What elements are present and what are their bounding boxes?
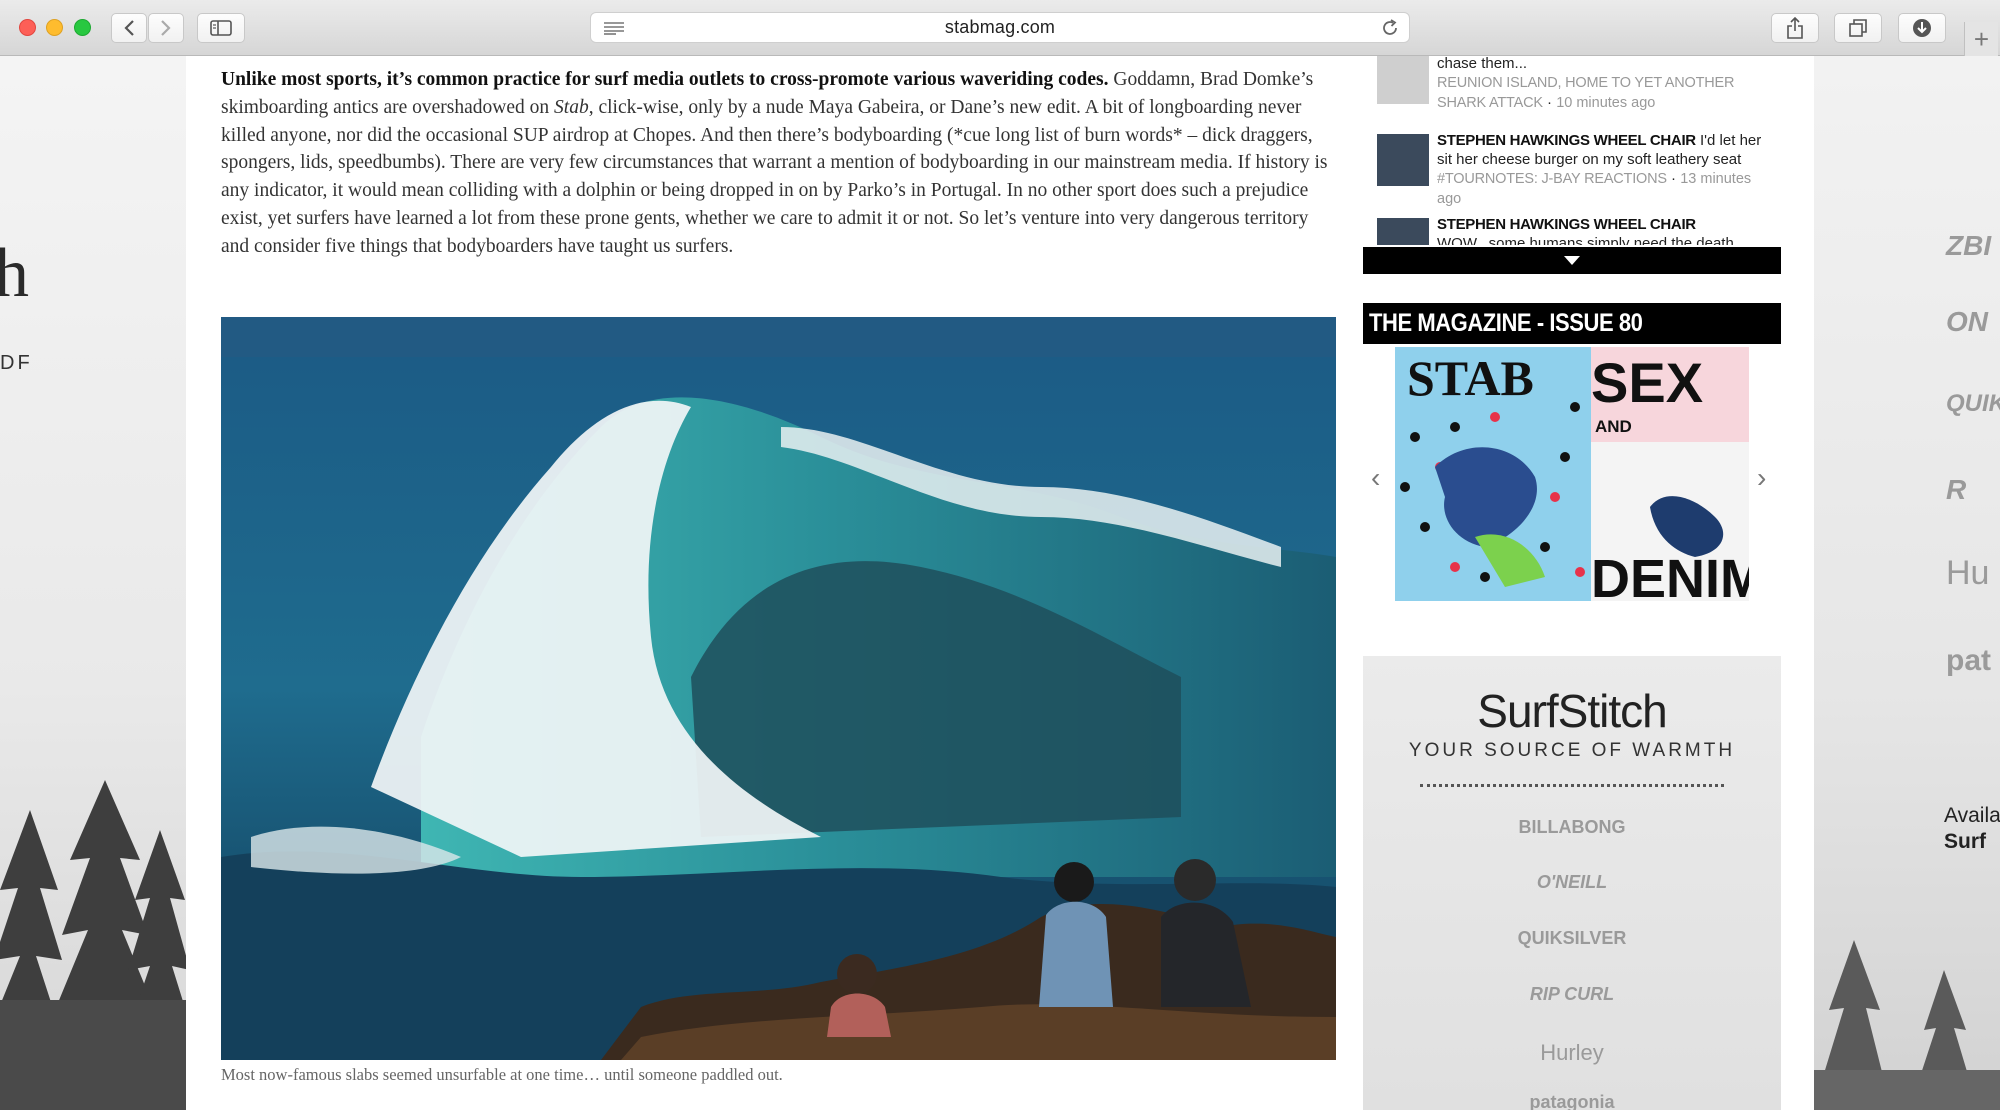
news-thumbnail[interactable]	[1377, 134, 1429, 186]
news-text: chase them... REUNION ISLAND, HOME TO YE…	[1437, 56, 1777, 113]
ad-logo-oneill: O'NEILL	[1536, 872, 1608, 892]
reader-icon[interactable]	[603, 21, 625, 35]
article-stab-mention: Stab	[554, 96, 589, 118]
ad-logo-ripcurl: RIP CURL	[1529, 984, 1615, 1004]
magazine-cover-carousel[interactable]: STAB SEX AND DENIM	[1395, 347, 1749, 601]
magazine-cover-image: STAB SEX AND DENIM	[1395, 347, 1749, 601]
news-text: STEPHEN HAWKINGS WHEEL CHAIR I'd let her…	[1437, 131, 1777, 209]
news-snippet: chase them...	[1437, 56, 1528, 72]
photo-caption: Most now-famous slabs seemed unsurfable …	[221, 1065, 783, 1084]
magazine-next-button[interactable]: ›	[1757, 462, 1766, 494]
news-headline[interactable]: STEPHEN HAWKINGS WHEEL CHAIR	[1437, 132, 1696, 149]
minimize-window-button[interactable]	[46, 19, 63, 36]
bg-brand-billabong: ZBI	[1946, 230, 1992, 261]
share-button[interactable]	[1771, 13, 1819, 43]
wave-illustration	[221, 317, 1336, 1060]
magazine-prev-button[interactable]: ‹	[1371, 462, 1380, 494]
magazine-header: THE MAGAZINE - ISSUE 80	[1363, 303, 1781, 344]
news-tag-line: #TOURNOTES: J-BAY REACTIONS · 13 minutes…	[1437, 170, 1752, 207]
url-text[interactable]: stabmag.com	[945, 17, 1055, 38]
cover-word-and: AND	[1595, 417, 1632, 436]
bg-brand-oneill: ON	[1946, 306, 1988, 337]
bg-brand-ripcurl: R	[1946, 474, 1967, 505]
browser-toolbar: stabmag.com +	[0, 0, 2000, 56]
tabs-overview-button[interactable]	[1834, 13, 1882, 43]
cover-word-sex: SEX	[1591, 351, 1703, 414]
webpage-content: Unlike most sports, it’s common practice…	[186, 56, 1814, 1110]
zoom-window-button[interactable]	[74, 19, 91, 36]
surfstitch-ad[interactable]: SurfStitch YOUR SOURCE OF WARMTH BILLABO…	[1363, 656, 1781, 1110]
background-logo-sub: DF	[0, 352, 33, 374]
pine-trees-graphic	[0, 780, 186, 1110]
address-bar[interactable]: stabmag.com	[590, 12, 1410, 43]
reload-icon[interactable]	[1381, 19, 1399, 37]
ad-logo-patagonia: patagonia	[1529, 1092, 1615, 1110]
background-logo-fragment: h	[0, 235, 29, 312]
sidebar-icon	[210, 20, 232, 36]
ad-logo-hurley: Hurley	[1540, 1040, 1604, 1065]
news-headline[interactable]: STEPHEN HAWKINGS WHEEL CHAIR	[1437, 216, 1696, 233]
article-lead: Unlike most sports, it’s common practice…	[221, 69, 1109, 90]
back-button[interactable]	[111, 13, 147, 43]
bg-available-text: Availa	[1944, 804, 2000, 827]
article-paragraph: Unlike most sports, it’s common practice…	[221, 66, 1336, 261]
forward-button[interactable]	[148, 13, 184, 43]
news-tag-line: REUNION ISLAND, HOME TO YET ANOTHER SHAR…	[1437, 75, 1735, 111]
new-tab-button[interactable]: +	[1964, 22, 1998, 56]
caret-down-icon	[1564, 256, 1580, 265]
news-snippet: WOW...some humans simply need the death …	[1437, 235, 1734, 245]
bg-surfstitch-text: Surf	[1944, 830, 1986, 853]
news-time: 10 minutes ago	[1556, 95, 1656, 111]
bg-brand-hurley: Hu	[1946, 554, 1990, 592]
news-tag[interactable]: #TOURNOTES: J-BAY REACTIONS	[1437, 171, 1667, 187]
ad-brand: SurfStitch	[1477, 685, 1667, 737]
cover-word-denim: DENIM	[1591, 549, 1749, 601]
ad-logo-quiksilver: QUIKSILVER	[1517, 928, 1627, 948]
download-icon	[1913, 19, 1931, 37]
news-text: STEPHEN HAWKINGS WHEEL CHAIR WOW...some …	[1437, 215, 1777, 245]
cover-masthead: STAB	[1407, 350, 1534, 406]
pine-trees-graphic-right	[1814, 940, 2000, 1110]
magazine-title: THE MAGAZINE - ISSUE 80	[1369, 309, 1643, 337]
article-text-2: , click-wise, only by a nude Maya Gabeir…	[221, 96, 1328, 257]
hero-wave-photo[interactable]	[221, 317, 1336, 1060]
downloads-button[interactable]	[1898, 13, 1946, 43]
bg-brand-patagonia: pat	[1946, 644, 1991, 677]
ad-logo-billabong: BILLABONG	[1518, 817, 1626, 837]
background-right-panel: ZBI ON QUIK R Hu pat Availa Surf	[1814, 56, 2000, 1110]
close-window-button[interactable]	[19, 19, 36, 36]
ad-tagline: YOUR SOURCE OF WARMTH	[1408, 740, 1736, 761]
ad-divider	[1420, 784, 1724, 787]
news-thumbnail[interactable]	[1377, 56, 1429, 104]
article-body: Unlike most sports, it’s common practice…	[221, 66, 1336, 261]
sidebar: chase them... REUNION ISLAND, HOME TO YE…	[1363, 56, 1781, 1110]
bg-brand-quiksilver: QUIK	[1946, 390, 2000, 417]
news-thumbnail[interactable]	[1377, 218, 1429, 245]
tabs-icon	[1849, 19, 1867, 37]
background-left-panel: h DF	[0, 56, 186, 1110]
sidebar-toggle-button[interactable]	[197, 13, 245, 43]
latest-news-feed[interactable]: chase them... REUNION ISLAND, HOME TO YE…	[1363, 56, 1781, 245]
chevron-left-icon	[124, 20, 134, 36]
share-icon	[1787, 17, 1803, 39]
news-scroll-down-button[interactable]	[1363, 247, 1781, 274]
chevron-right-icon	[161, 20, 171, 36]
